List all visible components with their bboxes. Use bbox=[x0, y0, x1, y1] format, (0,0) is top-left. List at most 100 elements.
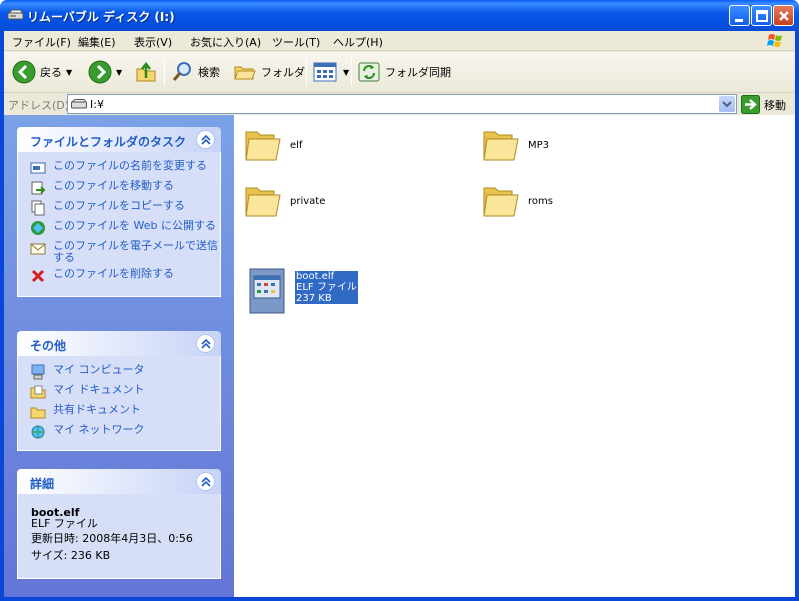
menu-file[interactable]: ファイル(F) bbox=[12, 34, 71, 50]
back-arrow-icon bbox=[12, 60, 36, 84]
documents-folder-icon bbox=[30, 385, 46, 399]
double-chevron-up-icon bbox=[201, 338, 211, 349]
task-pane: ファイルとフォルダのタスク このファイルの名前を変更する このファイルを移動する bbox=[4, 115, 234, 597]
folders-label: フォルダ bbox=[261, 66, 305, 79]
panel-header[interactable]: ファイルとフォルダのタスク bbox=[17, 127, 221, 152]
search-icon bbox=[172, 62, 191, 81]
panel-body: マイ コンピュータ マイ ドキュメント 共有ドキュメント マイ ネットワーク bbox=[17, 356, 221, 451]
file-label-selected: boot.elf ELF ファイル 237 KB bbox=[294, 270, 359, 305]
folder-name: private bbox=[290, 196, 326, 207]
menu-tools[interactable]: ツール(T) bbox=[272, 34, 320, 50]
forward-dropdown-icon[interactable]: ▼ bbox=[116, 68, 122, 77]
folder-item[interactable]: elf bbox=[244, 126, 302, 164]
go-button[interactable]: 移動 bbox=[741, 95, 786, 114]
forward-button[interactable]: ▼ bbox=[88, 60, 122, 84]
menu-help[interactable]: ヘルプ(H) bbox=[333, 34, 383, 50]
views-icon bbox=[313, 62, 337, 82]
address-input[interactable]: I:¥ bbox=[67, 94, 737, 114]
my-network-link[interactable]: マイ ネットワーク bbox=[18, 422, 220, 442]
go-arrow-icon bbox=[741, 95, 760, 114]
folder-item[interactable]: private bbox=[244, 182, 325, 220]
explorer-window: リムーバブル ディスク (I:) ファイル(F) 編集(E) 表示(V) お気に… bbox=[0, 0, 799, 601]
back-label: 戻る bbox=[40, 66, 62, 79]
details-file-type: ELF ファイル bbox=[31, 517, 98, 530]
folders-icon bbox=[234, 66, 256, 80]
folder-name: elf bbox=[290, 140, 303, 151]
back-button[interactable]: 戻る ▼ bbox=[12, 60, 72, 84]
minimize-button[interactable] bbox=[729, 5, 750, 26]
shared-documents-link[interactable]: 共有ドキュメント bbox=[18, 402, 220, 422]
copy-file-link[interactable]: このファイルをコピーする bbox=[18, 198, 220, 218]
go-label: 移動 bbox=[764, 98, 786, 112]
search-label: 検索 bbox=[198, 66, 220, 79]
details-panel: 詳細 boot.elf ELF ファイル 更新日時: 2008年4月3日、0:5… bbox=[17, 469, 221, 579]
toolbar-separator bbox=[351, 58, 352, 86]
move-file-link[interactable]: このファイルを移動する bbox=[18, 178, 220, 198]
elf-file-icon bbox=[249, 268, 285, 314]
toolbar-separator bbox=[306, 58, 307, 86]
file-type: ELF ファイル bbox=[296, 282, 357, 293]
client-area: ファイル(F) 編集(E) 表示(V) お気に入り(A) ツール(T) ヘルプ(… bbox=[4, 31, 795, 597]
copy-icon bbox=[31, 200, 45, 216]
chevron-down-icon bbox=[722, 101, 732, 108]
panel-body: このファイルの名前を変更する このファイルを移動する このファイルをコピーする … bbox=[17, 152, 221, 297]
collapse-button[interactable] bbox=[196, 130, 215, 149]
email-file-link[interactable]: このファイルを電子メールで送信する bbox=[18, 238, 220, 266]
double-chevron-up-icon bbox=[201, 134, 211, 145]
globe-icon bbox=[31, 221, 45, 235]
drive-icon bbox=[71, 99, 87, 109]
title-bar[interactable]: リムーバブル ディスク (I:) bbox=[0, 0, 799, 31]
folder-item[interactable]: MP3 bbox=[482, 126, 549, 164]
envelope-icon bbox=[30, 243, 46, 255]
close-icon bbox=[779, 11, 789, 21]
other-places-panel: その他 マイ コンピュータ マイ ドキュメント 共有ドキュメント マイ ネットワ… bbox=[17, 331, 221, 451]
views-button[interactable]: ▼ bbox=[313, 60, 349, 84]
removable-drive-icon bbox=[7, 9, 24, 20]
close-button[interactable] bbox=[773, 5, 794, 26]
up-folder-icon bbox=[136, 61, 156, 82]
move-icon bbox=[31, 181, 46, 195]
my-documents-link[interactable]: マイ ドキュメント bbox=[18, 382, 220, 402]
menu-favorites[interactable]: お気に入り(A) bbox=[190, 34, 261, 50]
sync-icon bbox=[358, 62, 380, 82]
rename-file-link[interactable]: このファイルの名前を変更する bbox=[18, 158, 220, 178]
collapse-button[interactable] bbox=[196, 334, 215, 353]
file-name: boot.elf bbox=[296, 271, 335, 282]
details-modified: 更新日時: 2008年4月3日、0:56 bbox=[31, 532, 193, 545]
forward-arrow-icon bbox=[88, 60, 112, 84]
file-size: 237 KB bbox=[296, 293, 332, 304]
folder-sync-label: フォルダ同期 bbox=[385, 66, 451, 79]
search-button[interactable]: 検索 bbox=[170, 60, 220, 84]
panel-title: ファイルとフォルダのタスク bbox=[30, 135, 187, 149]
maximize-icon bbox=[756, 10, 768, 22]
file-view: elf MP3 private roms boot.elf ELF ファイル 2… bbox=[234, 115, 795, 597]
up-folder-button[interactable] bbox=[134, 60, 158, 84]
folder-icon bbox=[483, 131, 519, 161]
folder-item[interactable]: roms bbox=[482, 182, 553, 220]
minimize-icon bbox=[735, 19, 743, 22]
double-chevron-up-icon bbox=[201, 476, 211, 487]
file-folder-tasks-panel: ファイルとフォルダのタスク このファイルの名前を変更する このファイルを移動する bbox=[17, 127, 221, 297]
maximize-button[interactable] bbox=[751, 5, 772, 26]
address-dropdown-button[interactable] bbox=[719, 96, 735, 112]
views-dropdown-icon[interactable]: ▼ bbox=[343, 68, 349, 77]
panel-header[interactable]: その他 bbox=[17, 331, 221, 356]
menu-view[interactable]: 表示(V) bbox=[134, 34, 172, 50]
publish-web-link[interactable]: このファイルを Web に公開する bbox=[18, 218, 220, 238]
back-dropdown-icon[interactable]: ▼ bbox=[66, 68, 72, 77]
toolbar: 戻る ▼ ▼ 検索 フォルダ ▼ フォルダ同期 bbox=[4, 52, 795, 93]
panel-header[interactable]: 詳細 bbox=[17, 469, 221, 494]
computer-icon bbox=[31, 364, 45, 380]
panel-title: 詳細 bbox=[30, 477, 55, 491]
address-bar: アドレス(D) I:¥ 移動 bbox=[4, 93, 795, 115]
shared-folder-icon bbox=[30, 407, 46, 419]
folders-button[interactable]: フォルダ bbox=[233, 60, 305, 84]
my-computer-link[interactable]: マイ コンピュータ bbox=[18, 362, 220, 382]
collapse-button[interactable] bbox=[196, 472, 215, 491]
details-size: サイズ: 236 KB bbox=[31, 549, 111, 562]
menu-bar: ファイル(F) 編集(E) 表示(V) お気に入り(A) ツール(T) ヘルプ(… bbox=[4, 31, 795, 51]
menu-edit[interactable]: 編集(E) bbox=[78, 34, 116, 50]
delete-x-icon bbox=[31, 269, 45, 283]
folder-sync-button[interactable]: フォルダ同期 bbox=[357, 60, 451, 84]
delete-file-link[interactable]: このファイルを削除する bbox=[18, 266, 220, 286]
